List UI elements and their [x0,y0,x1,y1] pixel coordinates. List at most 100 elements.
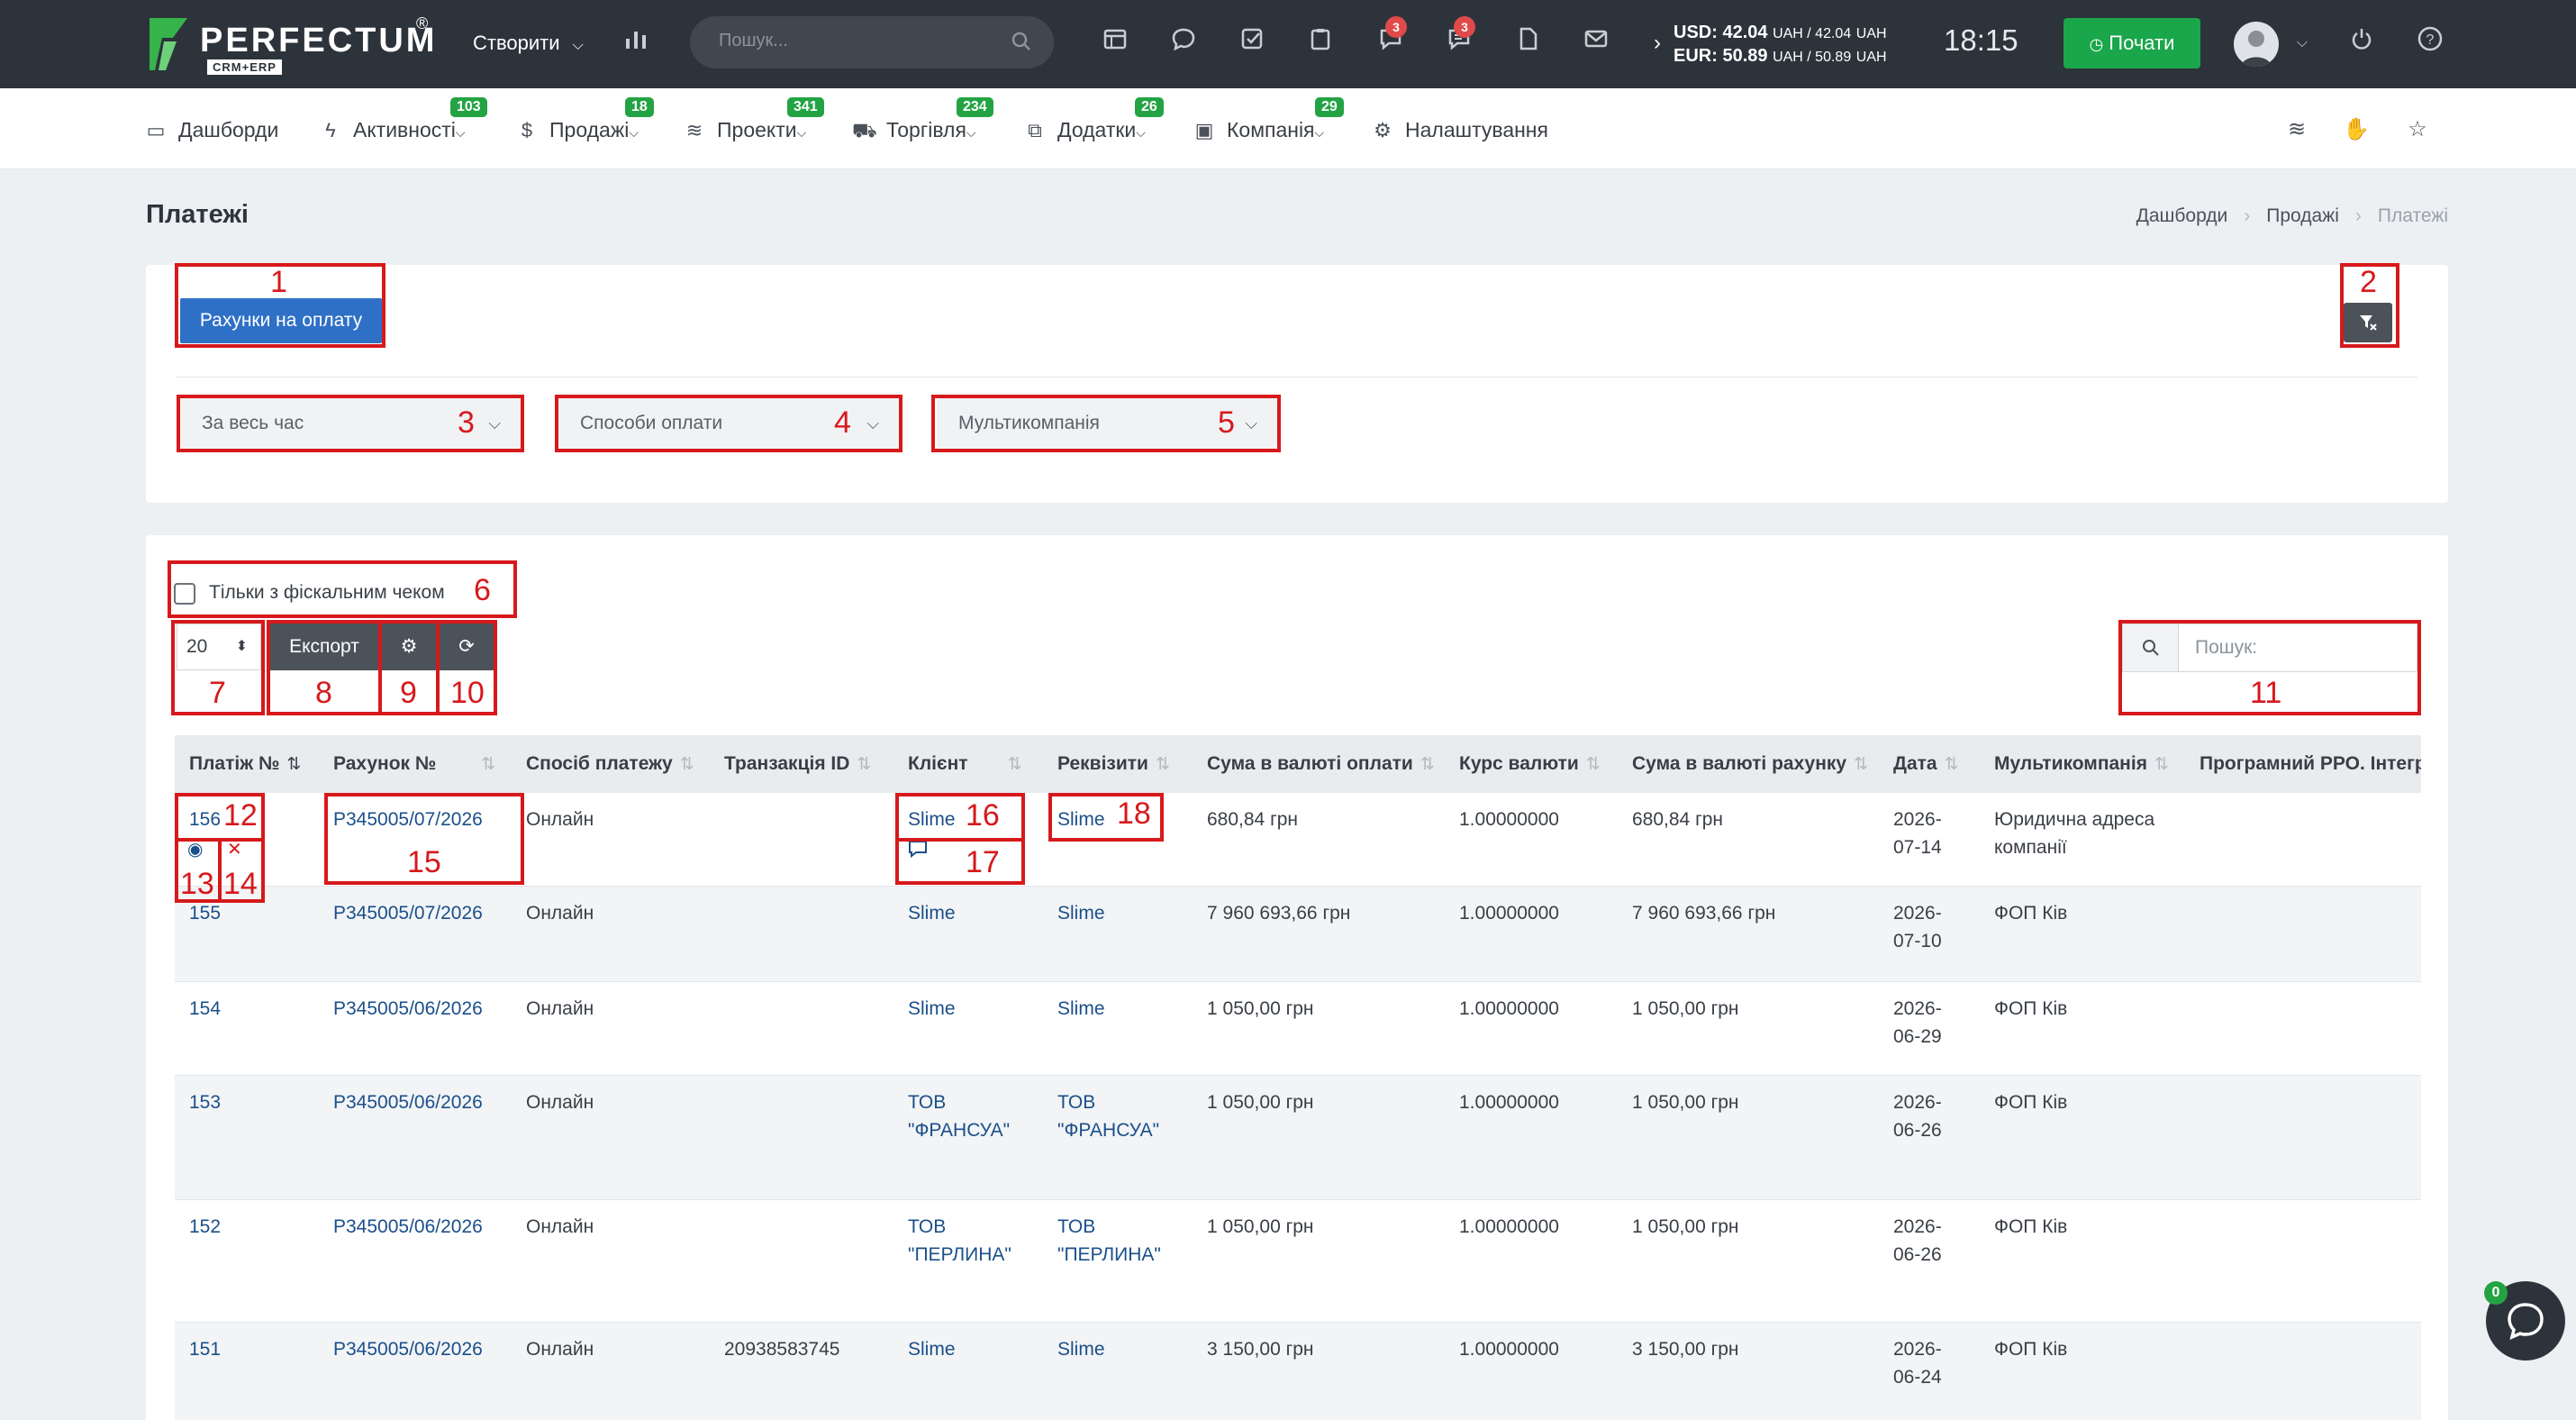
requisites-link[interactable]: ТОВ "ПЕРЛИНА" [1057,1213,1161,1269]
dollar-icon: $ [521,119,533,141]
date-year: 2026- [1893,1092,1942,1113]
col-transaction-id[interactable]: Транзакція ID ⇅ [724,735,871,793]
nav-item-projects[interactable]: ≋ Проекти⌵ 341 [683,97,824,144]
requisites-link[interactable]: Slime [1057,1335,1105,1363]
start-timer-button[interactable]: ◷ Почати [2064,18,2200,68]
task-check-icon[interactable] [1234,25,1270,61]
sort-icon: ⇅ [1420,755,1435,774]
nav-item-trade[interactable]: ⛟ Торгівля⌵ 234 [852,97,993,144]
calendar-grid-icon[interactable] [1097,25,1133,61]
payment-link[interactable]: 151 [189,1335,221,1363]
bar-chart-icon[interactable] [618,25,654,61]
stack-icon[interactable]: ≋ [2279,112,2315,148]
multicompany: ФОП Ків [1994,1339,2068,1360]
invoice-link[interactable]: P345005/06/2026 [333,1213,483,1241]
star-icon[interactable]: ☆ [2399,112,2435,148]
annotation-number: 3 [458,405,475,440]
client-line: "ФРАНСУА" [908,1120,1011,1141]
invoice-link[interactable]: P345005/07/2026 [333,899,483,927]
briefcase-icon: ▣ [1194,119,1214,141]
nav-item-sales[interactable]: $ Продажі⌵ 18 [515,97,654,144]
col-requisites[interactable]: Реквізити ⇅ [1057,735,1170,793]
client-link[interactable]: ТОВ "ПЕРЛИНА" [908,1213,1011,1269]
client-link[interactable]: Slime [908,995,956,1023]
invoice-link[interactable]: P345005/06/2026 [333,1088,483,1116]
global-search[interactable]: Пошук... [690,16,1054,68]
requisites-link[interactable]: Slime [1057,899,1105,927]
col-software-rro[interactable]: Програмний РРО. Інтегр [2200,735,2421,793]
sum-invoice: 7 960 693,66 грн [1632,903,1776,924]
chevron-down-icon[interactable]: ⌵ [2284,25,2320,61]
col-multicompany[interactable]: Мультикомпанія ⇅ [1994,735,2169,793]
column-header-label: Спосіб платежу [526,753,673,774]
help-icon[interactable]: ? [2412,25,2448,61]
nav-item-company[interactable]: ▣ Компанія⌵ 29 [1193,97,1344,144]
clipboard-icon[interactable] [1302,25,1338,61]
col-invoice-no[interactable]: Рахунок № ⇅ [333,735,495,793]
chat-badge: 0 [2484,1281,2508,1305]
col-sum-payment-currency[interactable]: Сума в валюті оплати ⇅ [1207,735,1435,793]
nav-item-settings[interactable]: ⚙ Налаштування [1371,115,1548,144]
chevron-down-icon: ⌵ [1136,125,1146,140]
avatar[interactable] [2234,22,2279,67]
annotation-number: 7 [209,676,226,710]
annotation-box [168,560,517,618]
sort-icon: ⇅ [1944,755,1959,774]
payment-link[interactable]: 152 [189,1213,221,1241]
multicompany-line: компанії [1994,837,2067,858]
date-year: 2026- [1893,809,1942,830]
col-client[interactable]: Клієнт ⇅ [908,735,1021,793]
power-icon[interactable] [2344,25,2380,61]
payment-method: Онлайн [526,903,594,924]
breadcrumb-item[interactable]: Продажі [2266,205,2339,226]
column-header-label: Реквізити [1057,753,1148,774]
mail-icon[interactable] [1578,25,1614,61]
usd-rate-unit: UAH / 42.04 [1773,26,1852,41]
column-header-label: Рахунок № [333,753,437,774]
start-label: Почати [2109,32,2175,54]
breadcrumb-item[interactable]: Дашборди [2136,205,2228,226]
chevron-right-icon[interactable]: › [1639,25,1675,61]
column-header-label: Сума в валюті рахунку [1632,753,1847,774]
invoice-link[interactable]: P345005/06/2026 [333,995,483,1023]
sum-payment: 3 150,00 грн [1207,1339,1314,1360]
logo[interactable]: PERFECTUM ® CRM+ERP [146,14,443,75]
requisites-link[interactable]: Slime [1057,995,1105,1023]
col-date[interactable]: Дата ⇅ [1893,735,1959,793]
nav-label: Активності [353,118,456,141]
sum-payment: 7 960 693,66 грн [1207,903,1351,924]
multicompany: Юридична адреса компанії [1994,806,2154,861]
dashboard-icon: ▭ [146,119,166,141]
date-day: 07-10 [1893,931,1942,951]
search-icon [1011,32,1030,50]
column-header-label: Курс валюти [1459,753,1579,774]
client-link[interactable]: Slime [908,1335,956,1363]
nav-item-activities[interactable]: ϟ Активності⌵ 103 [319,97,487,144]
annotation-number: 13 [180,867,214,901]
invoice-link[interactable]: P345005/06/2026 [333,1335,483,1363]
chat-bubble-icon[interactable] [1166,25,1202,61]
comments-badge: 3 [1454,16,1475,38]
hand-icon[interactable]: ✋ [2338,112,2374,148]
breadcrumb: Дашборди › Продажі › Платежі [2136,205,2448,227]
col-sum-invoice-currency[interactable]: Сума в валюті рахунку ⇅ [1632,735,1868,793]
nav-item-dashboards[interactable]: ▭ Дашборди [144,115,279,144]
create-menu[interactable]: Створити ⌵ [473,27,584,59]
nav-item-apps[interactable]: ⧉ Додатки⌵ 26 [1023,97,1164,144]
sort-icon: ⇅ [1155,755,1170,774]
date: 2026- 06-24 [1893,1335,1942,1391]
eur-rate: EUR: 50.89 [1673,46,1768,66]
col-payment-no[interactable]: Платіж № ⇅ [189,735,301,793]
payment-method: Онлайн [526,809,594,830]
payment-link[interactable]: 154 [189,995,221,1023]
col-exchange-rate[interactable]: Курс валюти ⇅ [1459,735,1601,793]
requisites-link[interactable]: ТОВ "ФРАНСУА" [1057,1088,1159,1144]
payment-link[interactable]: 155 [189,899,221,927]
client-link[interactable]: ТОВ "ФРАНСУА" [908,1088,1010,1144]
payment-link[interactable]: 153 [189,1088,221,1116]
lightning-icon: ϟ [325,119,336,141]
document-icon[interactable] [1510,25,1546,61]
col-payment-method[interactable]: Спосіб платежу ⇅ [526,735,694,793]
sort-icon: ⇅ [1854,755,1869,774]
client-link[interactable]: Slime [908,899,956,927]
